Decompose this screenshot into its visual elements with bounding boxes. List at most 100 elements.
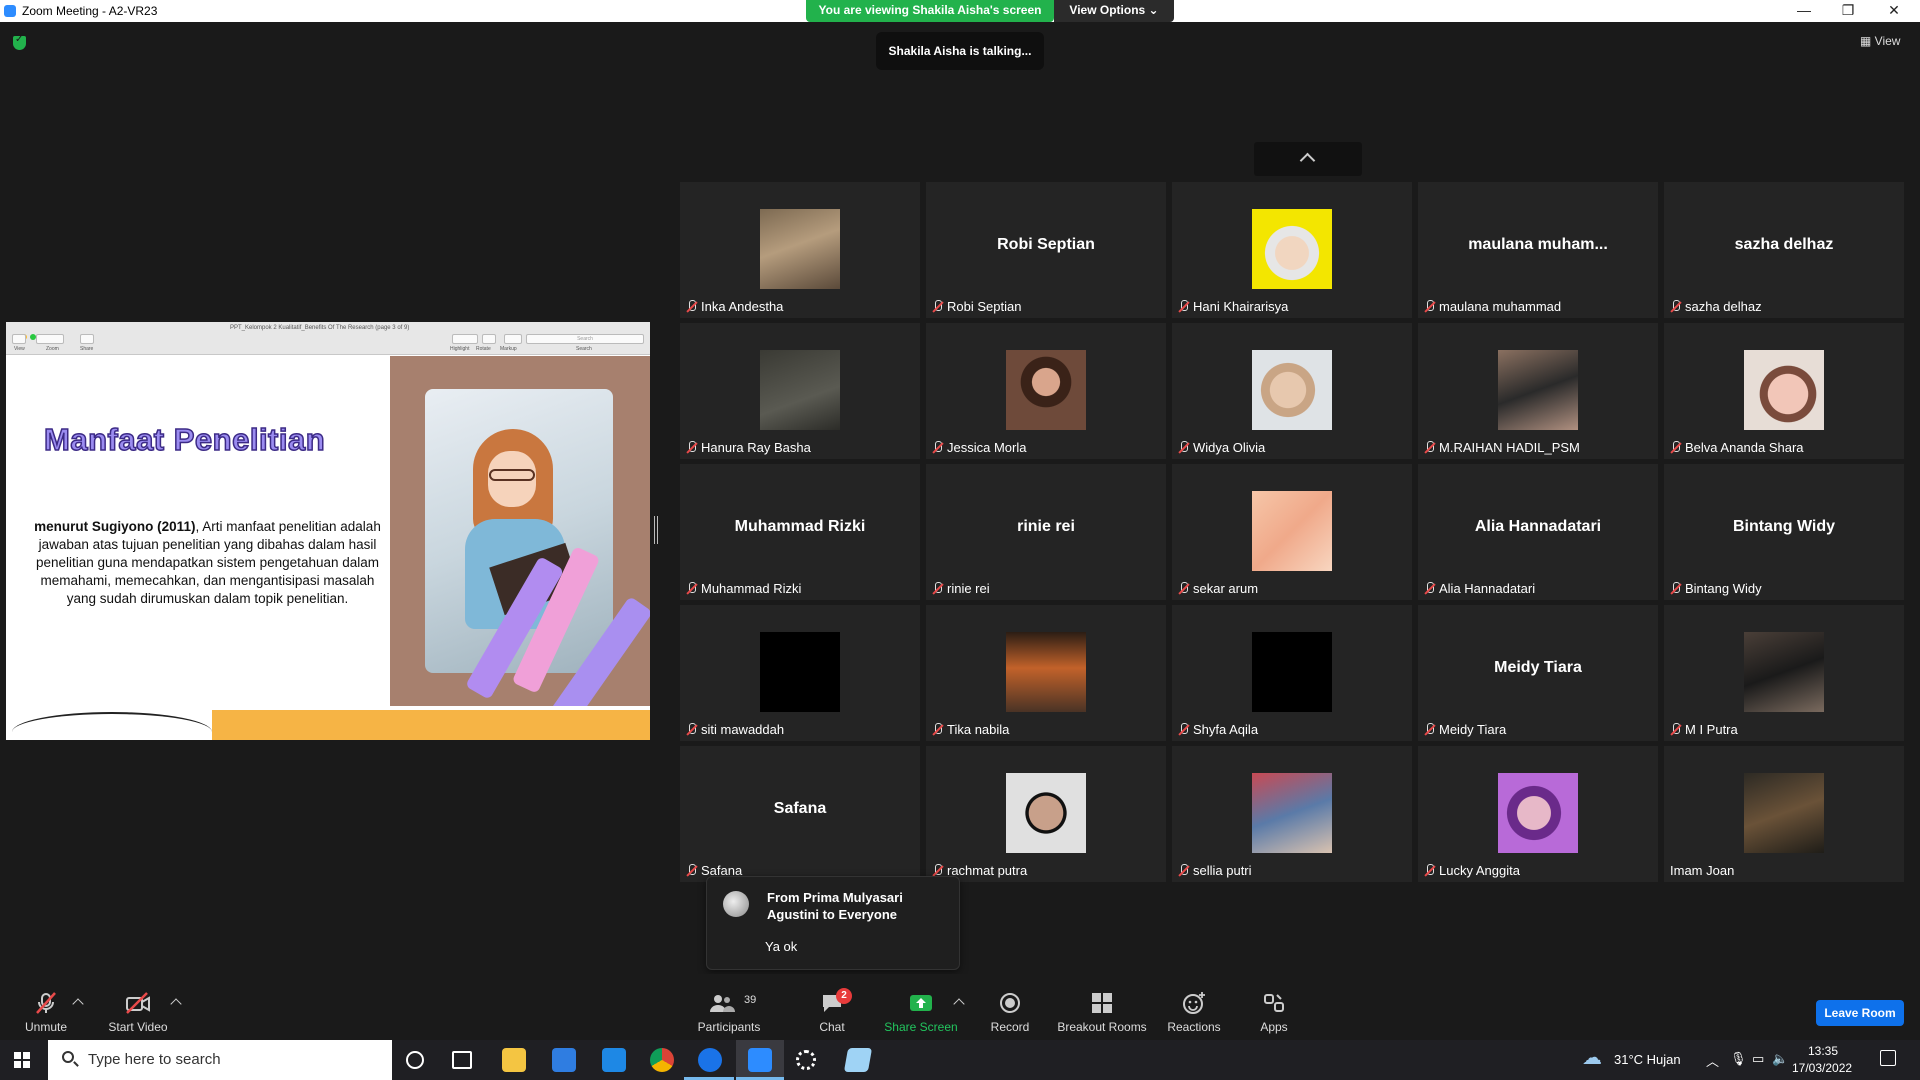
clock-time[interactable]: 13:35: [1808, 1044, 1838, 1058]
chat-unread-badge: 2: [836, 988, 852, 1004]
share-screen-button[interactable]: Share Screen: [880, 974, 962, 1038]
split-divider-handle[interactable]: [654, 516, 658, 544]
participant-name: M.RAIHAN HADIL_PSM: [1439, 440, 1580, 455]
apps-label: Apps: [1260, 1020, 1288, 1034]
zoom-app-icon: [4, 5, 16, 17]
mic-muted-icon: [1423, 864, 1435, 877]
participant-tile[interactable]: rinie rei rinie rei: [926, 464, 1166, 600]
view-layout-button[interactable]: ▦ View: [1860, 34, 1900, 48]
mic-muted-icon: [1669, 300, 1681, 313]
participant-tile[interactable]: siti mawaddah: [680, 605, 920, 741]
task-view-icon[interactable]: [452, 1051, 472, 1069]
tool-label: Rotate: [476, 346, 491, 352]
close-button[interactable]: ✕: [1872, 0, 1916, 22]
unmute-button[interactable]: Unmute: [14, 974, 78, 1038]
meeting-controls: Unmute Start Video 39 Participants 2 Cha…: [0, 974, 1920, 1038]
participant-tile[interactable]: Imam Joan: [1664, 746, 1904, 882]
participant-video: [760, 209, 840, 289]
participant-display-name: Muhammad Rizki: [734, 518, 866, 535]
participant-tile[interactable]: Lucky Anggita: [1418, 746, 1658, 882]
mic-muted-icon: [1669, 582, 1681, 595]
participants-button[interactable]: 39 Participants: [694, 974, 764, 1038]
grid-icon: ▦: [1860, 34, 1875, 48]
chat-sender: From Prima Mulyasari Agustini to Everyon…: [767, 890, 903, 922]
notepad-icon[interactable]: [843, 1048, 873, 1072]
weather-text[interactable]: 31°C Hujan: [1614, 1052, 1681, 1067]
participant-tile[interactable]: Widya Olivia: [1172, 323, 1412, 459]
participant-tile[interactable]: Meidy Tiara Meidy Tiara: [1418, 605, 1658, 741]
mic-muted-icon: [685, 582, 697, 595]
tray-microphone-icon[interactable]: 🎙: [1730, 1051, 1747, 1067]
gallery-scroll-up-button[interactable]: [1254, 142, 1362, 176]
file-explorer-icon[interactable]: [502, 1048, 526, 1072]
windows-start-icon[interactable]: [14, 1052, 30, 1068]
chrome-icon[interactable]: [650, 1048, 674, 1072]
participants-icon: [710, 995, 735, 1012]
participant-tile[interactable]: sazha delhaz sazha delhaz: [1664, 182, 1904, 318]
participants-label: Participants: [697, 1020, 761, 1034]
participant-tile[interactable]: Belva Ananda Shara: [1664, 323, 1904, 459]
minimize-button[interactable]: —: [1782, 0, 1826, 22]
markup-tool: [504, 334, 522, 344]
clock-date[interactable]: 17/03/2022: [1792, 1061, 1852, 1075]
record-button[interactable]: Record: [982, 974, 1038, 1038]
gallery-view: Inka Andestha Robi Septian Robi Septian Han…: [680, 182, 1904, 882]
participant-tile[interactable]: maulana muham... maulana muhammad: [1418, 182, 1658, 318]
tool-label: Search: [576, 346, 592, 352]
participant-tile[interactable]: Hani Khairarisya: [1172, 182, 1412, 318]
security-shield-icon[interactable]: [13, 34, 26, 50]
chat-label: Chat: [819, 1020, 845, 1034]
participant-tile[interactable]: Muhammad Rizki Muhammad Rizki: [680, 464, 920, 600]
chat-notification[interactable]: From Prima Mulyasari Agustini to Everyon…: [706, 876, 960, 970]
participant-name: Lucky Anggita: [1439, 863, 1520, 878]
tray-volume-icon[interactable]: 🔈: [1772, 1051, 1788, 1067]
start-video-button[interactable]: Start Video: [102, 974, 174, 1038]
slide-footer: [12, 706, 650, 740]
shared-screen[interactable]: PPT_Kelompok 2 Kualitatif_Benefits Of Th…: [6, 322, 650, 740]
participant-tile[interactable]: Tika nabila: [926, 605, 1166, 741]
participant-tile[interactable]: sellia putri: [1172, 746, 1412, 882]
participant-tile[interactable]: M.RAIHAN HADIL_PSM: [1418, 323, 1658, 459]
mail-icon[interactable]: [602, 1048, 626, 1072]
microsoft-store-icon[interactable]: [552, 1048, 576, 1072]
tray-chevron-icon[interactable]: ︿: [1706, 1051, 1719, 1070]
reactions-button[interactable]: Reactions: [1162, 974, 1226, 1038]
participant-tile[interactable]: Inka Andestha: [680, 182, 920, 318]
participant-name: Alia Hannadatari: [1439, 581, 1536, 596]
participant-video: [1498, 350, 1578, 430]
mic-muted-icon: [931, 582, 943, 595]
participant-tile[interactable]: Hanura Ray Basha: [680, 323, 920, 459]
participant-tile[interactable]: Jessica Morla: [926, 323, 1166, 459]
zoom-taskbar-icon[interactable]: [748, 1048, 772, 1072]
participant-tile[interactable]: Alia Hannadatari Alia Hannadatari: [1418, 464, 1658, 600]
participant-tile[interactable]: Safana Safana: [680, 746, 920, 882]
chat-button[interactable]: 2 Chat: [806, 974, 858, 1038]
teamviewer-icon[interactable]: [698, 1048, 722, 1072]
leave-room-button[interactable]: Leave Room: [1816, 1000, 1904, 1026]
window-title: Zoom Meeting - A2-VR23: [22, 4, 158, 18]
participant-tile[interactable]: M I Putra: [1664, 605, 1904, 741]
breakout-rooms-button[interactable]: Breakout Rooms: [1056, 974, 1148, 1038]
participant-display-name: sazha delhaz: [1734, 236, 1834, 253]
slide-body-text: menurut Sugiyono (2011), Arti manfaat pe…: [30, 518, 385, 608]
view-options-button[interactable]: View Options ⌄: [1054, 0, 1174, 22]
restore-button[interactable]: ❐: [1826, 0, 1870, 22]
tray-network-icon[interactable]: ▭: [1752, 1051, 1764, 1067]
participant-name: M I Putra: [1685, 722, 1738, 737]
participant-video: [760, 632, 840, 712]
mic-muted-icon: [1177, 723, 1189, 736]
breakout-rooms-label: Breakout Rooms: [1057, 1020, 1147, 1034]
participant-tile[interactable]: sekar arum: [1172, 464, 1412, 600]
cortana-icon[interactable]: [406, 1051, 424, 1069]
participant-tile[interactable]: Bintang Widy Bintang Widy: [1664, 464, 1904, 600]
participant-tile[interactable]: Shyfa Aqila: [1172, 605, 1412, 741]
settings-gear-icon[interactable]: [796, 1050, 816, 1070]
participant-tile[interactable]: rachmat putra: [926, 746, 1166, 882]
notification-icon[interactable]: [1880, 1050, 1896, 1066]
participant-tile[interactable]: Robi Septian Robi Septian: [926, 182, 1166, 318]
participant-display-name: maulana muham...: [1468, 236, 1608, 253]
apps-button[interactable]: Apps: [1250, 974, 1298, 1038]
participant-display-name: Meidy Tiara: [1494, 659, 1582, 676]
mic-muted-icon: [1669, 723, 1681, 736]
taskbar-search-input[interactable]: Type here to search: [48, 1040, 392, 1080]
